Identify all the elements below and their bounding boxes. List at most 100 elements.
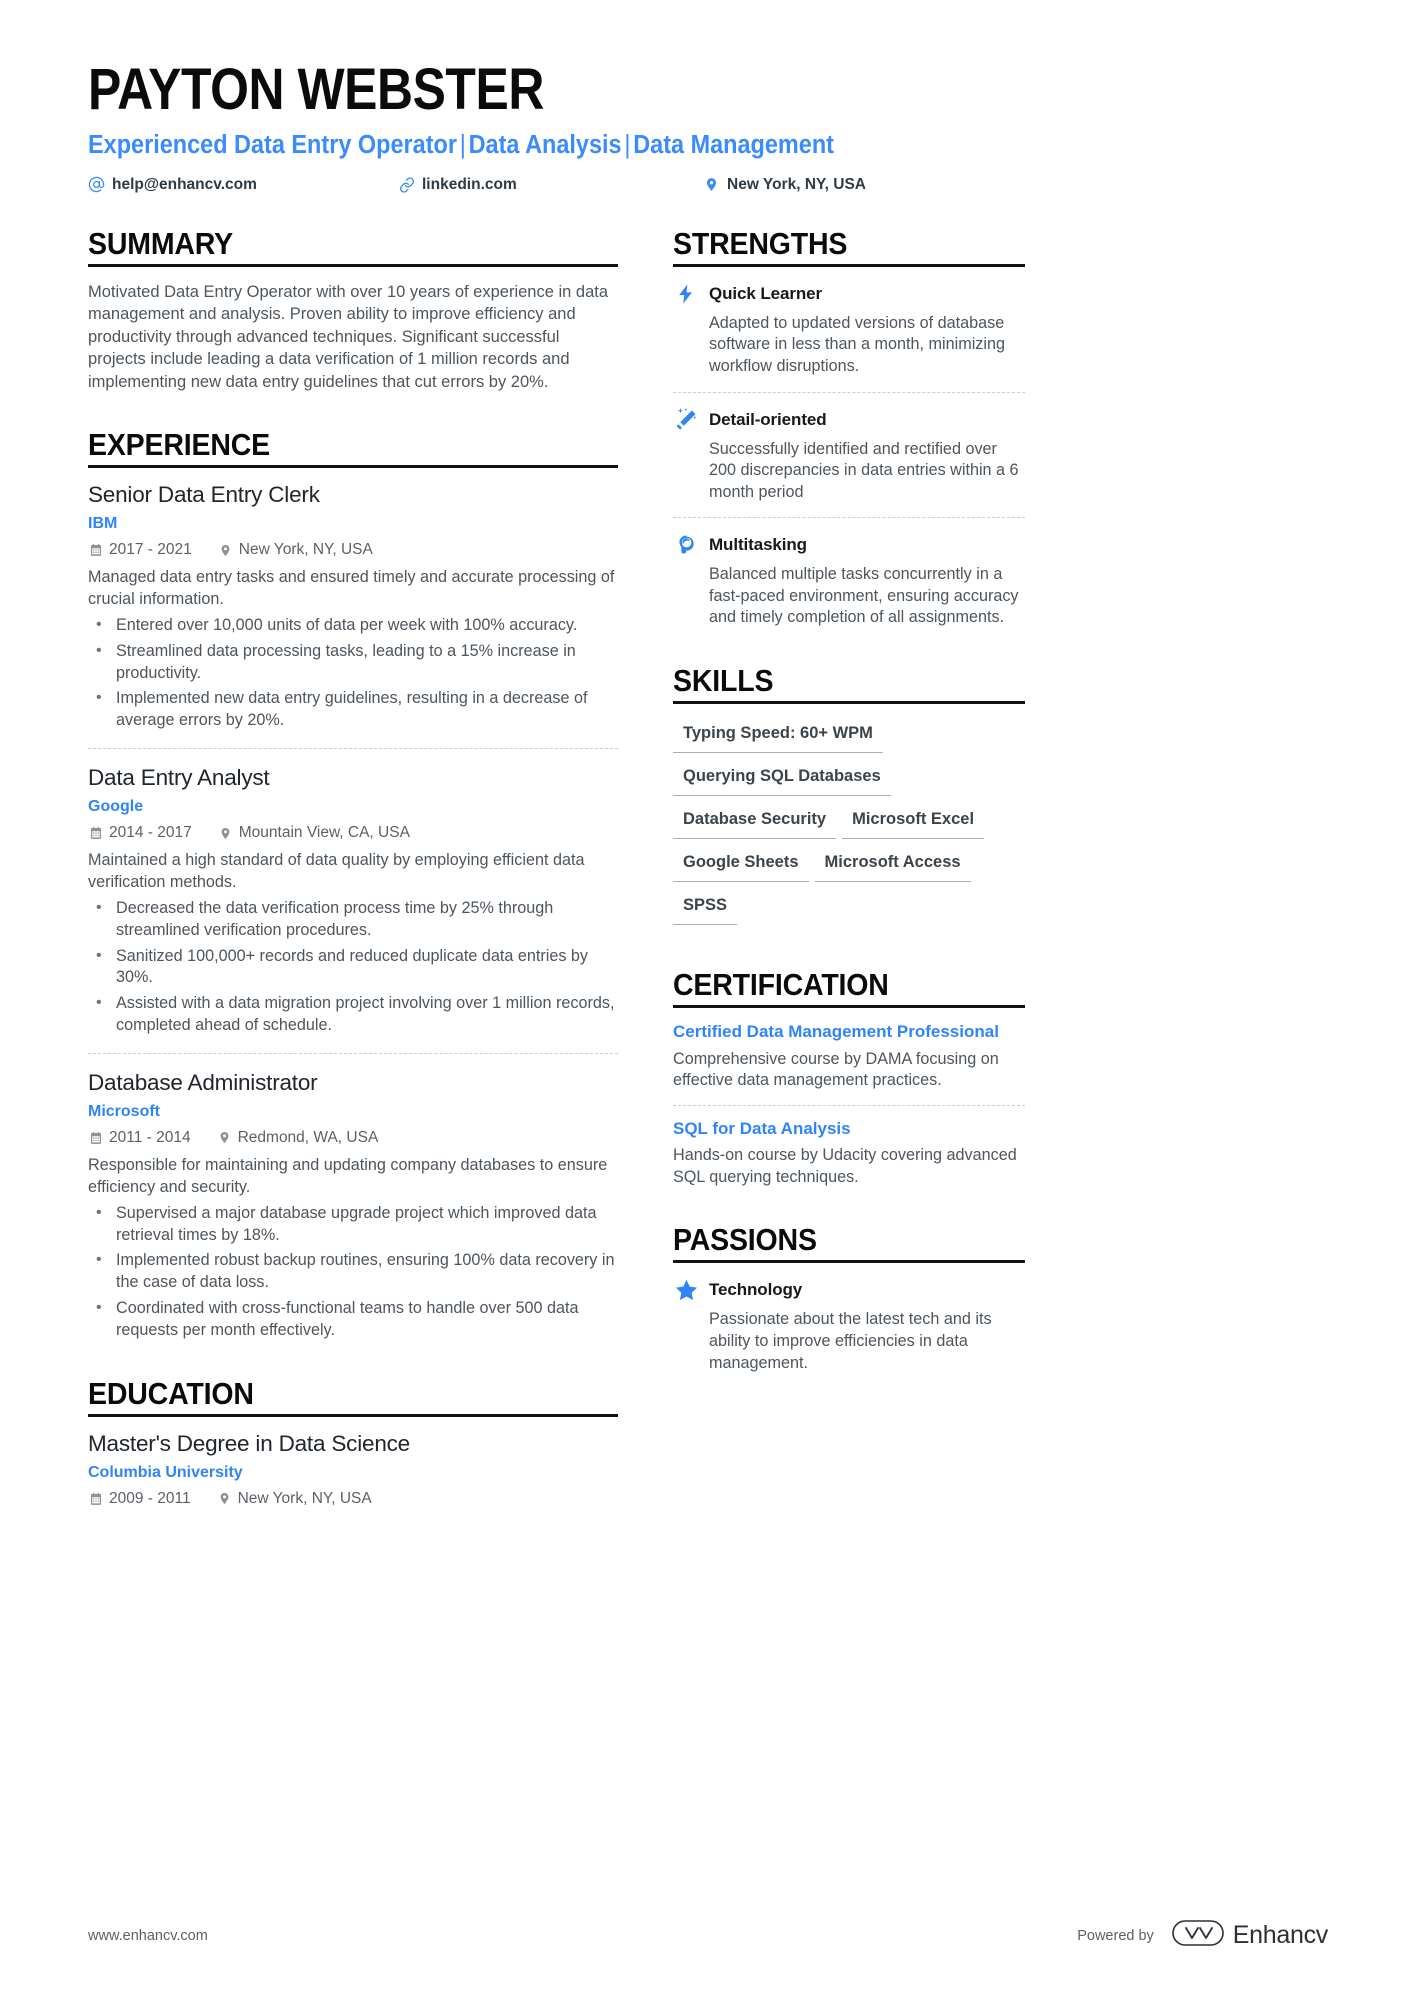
skill-item: Querying SQL Databases: [673, 761, 891, 796]
job-title: Data Entry Analyst: [88, 765, 270, 791]
certification-heading-wrap: CERTIFICATION: [673, 967, 1025, 1008]
education-dates: 2009 - 2011: [88, 1490, 191, 1508]
section-summary: SUMMARY Motivated Data Entry Operator wi…: [88, 226, 618, 393]
strength-header: Detail-oriented: [673, 407, 1025, 433]
right-column: STRENGTHS Quick Learner Adapted to updat…: [673, 226, 1025, 1508]
job-title: Database Administrator: [88, 1069, 318, 1095]
job-company[interactable]: IBM: [88, 515, 618, 533]
calendar-icon: [88, 1130, 103, 1145]
resume-header: PAYTON WEBSTER Experienced Data Entry Op…: [88, 57, 1328, 194]
job-description: Maintained a high standard of data quali…: [88, 851, 585, 891]
experience-item: Database Administrator Microsoft 2011 - …: [88, 1052, 618, 1342]
job-title: Senior Data Entry Clerk: [88, 482, 320, 508]
page-footer: www.enhancv.com Powered by Enhancv: [88, 1918, 1328, 1953]
contact-location-label: New York, NY, USA: [727, 175, 866, 193]
powered-by-label: Powered by: [1077, 1927, 1154, 1944]
job-location: Redmond, WA, USA: [217, 1128, 379, 1147]
job-location: Mountain View, CA, USA: [218, 824, 410, 842]
job-bullet: Entered over 10,000 units of data per we…: [88, 614, 618, 637]
job-description: Managed data entry tasks and ensured tim…: [88, 568, 615, 608]
strength-text: Adapted to updated versions of database …: [709, 313, 1005, 375]
experience-item: Data Entry Analyst Google 2014 - 2017 Mo…: [88, 748, 618, 1037]
certification-title[interactable]: Certified Data Management Professional: [673, 1022, 1025, 1043]
calendar-icon: [88, 1491, 103, 1506]
strength-title: Multitasking: [709, 535, 807, 555]
skill-item: Microsoft Excel: [842, 804, 985, 839]
skill-item: Google Sheets: [673, 847, 809, 882]
strength-text: Balanced multiple tasks concurrently in …: [709, 565, 1019, 627]
certification-item: SQL for Data Analysis Hands-on course by…: [673, 1104, 1025, 1189]
headline-part-0: Experienced Data Entry Operator: [88, 130, 457, 159]
headline-separator: |: [624, 130, 631, 159]
footer-url[interactable]: www.enhancv.com: [88, 1928, 208, 1944]
job-bullets: Supervised a major database upgrade proj…: [88, 1202, 618, 1342]
skills-list: Typing Speed: 60+ WPM Querying SQL Datab…: [673, 718, 1025, 933]
section-education: EDUCATION Master's Degree in Data Scienc…: [88, 1376, 618, 1508]
strengths-heading: STRENGTHS: [673, 225, 848, 261]
job-bullet: Implemented robust backup routines, ensu…: [88, 1249, 618, 1294]
section-experience: EXPERIENCE Senior Data Entry Clerk IBM 2…: [88, 427, 618, 1342]
certification-title[interactable]: SQL for Data Analysis: [673, 1119, 1025, 1140]
headline-part-2: Data Management: [633, 130, 834, 159]
job-dates-label: 2014 - 2017: [109, 824, 192, 842]
certification-description: Comprehensive course by DAMA focusing on…: [673, 1049, 999, 1090]
section-passions: PASSIONS Technology Passionate about the…: [673, 1222, 1025, 1374]
education-meta: 2009 - 2011 New York, NY, USA: [88, 1490, 618, 1508]
job-bullet: Sanitized 100,000+ records and reduced d…: [88, 945, 618, 990]
job-dates: 2014 - 2017: [88, 824, 192, 842]
job-company[interactable]: Google: [88, 798, 618, 816]
location-pin-icon: [218, 543, 233, 558]
contact-linkedin[interactable]: linkedin.com: [398, 176, 703, 194]
skill-item: Microsoft Access: [814, 847, 971, 882]
job-meta: 2014 - 2017 Mountain View, CA, USA: [88, 824, 618, 842]
job-meta: 2017 - 2021 New York, NY, USA: [88, 541, 618, 559]
link-icon: [398, 176, 415, 193]
education-degree: Master's Degree in Data Science: [88, 1430, 410, 1456]
resume-page: PAYTON WEBSTER Experienced Data Entry Op…: [0, 0, 1410, 1995]
skill-item: Database Security: [673, 804, 837, 839]
magic-wand-icon: [673, 407, 699, 433]
contact-location: New York, NY, USA: [703, 176, 866, 194]
experience-heading-wrap: EXPERIENCE: [88, 427, 618, 469]
job-bullet: Coordinated with cross-functional teams …: [88, 1297, 618, 1342]
star-icon: [673, 1277, 699, 1303]
strength-item: Quick Learner Adapted to updated version…: [673, 267, 1025, 378]
contact-linkedin-label: linkedin.com: [422, 175, 517, 193]
brand: Enhancv: [1171, 1918, 1328, 1953]
job-description: Responsible for maintaining and updating…: [88, 1155, 608, 1196]
passion-text: Passionate about the latest tech and its…: [709, 1310, 992, 1372]
at-sign-icon: [88, 176, 105, 193]
certification-description: Hands-on course by Udacity covering adva…: [673, 1146, 1017, 1186]
education-dates-label: 2009 - 2011: [109, 1489, 191, 1507]
location-pin-icon: [217, 1491, 232, 1506]
enhancv-logo-icon: [1171, 1918, 1224, 1953]
education-location-label: New York, NY, USA: [237, 1489, 372, 1507]
experience-heading: EXPERIENCE: [88, 427, 271, 463]
job-location-label: Mountain View, CA, USA: [238, 824, 410, 842]
passions-heading: PASSIONS: [673, 1222, 817, 1258]
skills-heading-wrap: SKILLS: [673, 663, 1025, 704]
job-dates: 2011 - 2014: [88, 1129, 191, 1147]
passions-heading-wrap: PASSIONS: [673, 1222, 1025, 1264]
job-bullet: Assisted with a data migration project i…: [88, 992, 618, 1037]
education-school[interactable]: Columbia University: [88, 1464, 618, 1482]
column-gap: [618, 226, 673, 1508]
page-title: PAYTON WEBSTER: [88, 57, 544, 122]
certification-heading: CERTIFICATION: [673, 966, 889, 1002]
passion-header: Technology: [673, 1277, 1025, 1303]
job-company[interactable]: Microsoft: [88, 1103, 618, 1121]
job-meta: 2011 - 2014 Redmond, WA, USA: [88, 1129, 618, 1147]
job-location-label: Redmond, WA, USA: [237, 1128, 379, 1146]
job-bullet: Implemented new data entry guidelines, r…: [88, 687, 618, 732]
strength-text: Successfully identified and rectified ov…: [709, 439, 1019, 501]
job-location-label: New York, NY, USA: [238, 541, 373, 559]
job-dates: 2017 - 2021: [88, 541, 192, 559]
headline-separator: |: [459, 130, 466, 159]
strength-item: Detail-oriented Successfully identified …: [673, 391, 1025, 504]
contact-email[interactable]: help@enhancv.com: [88, 176, 398, 194]
strength-header: Quick Learner: [673, 281, 1025, 307]
section-strengths: STRENGTHS Quick Learner Adapted to updat…: [673, 226, 1025, 629]
strength-title: Quick Learner: [709, 283, 823, 303]
strength-header: Multitasking: [673, 532, 1025, 558]
footer-brand-block: Powered by Enhancv: [1077, 1918, 1328, 1953]
